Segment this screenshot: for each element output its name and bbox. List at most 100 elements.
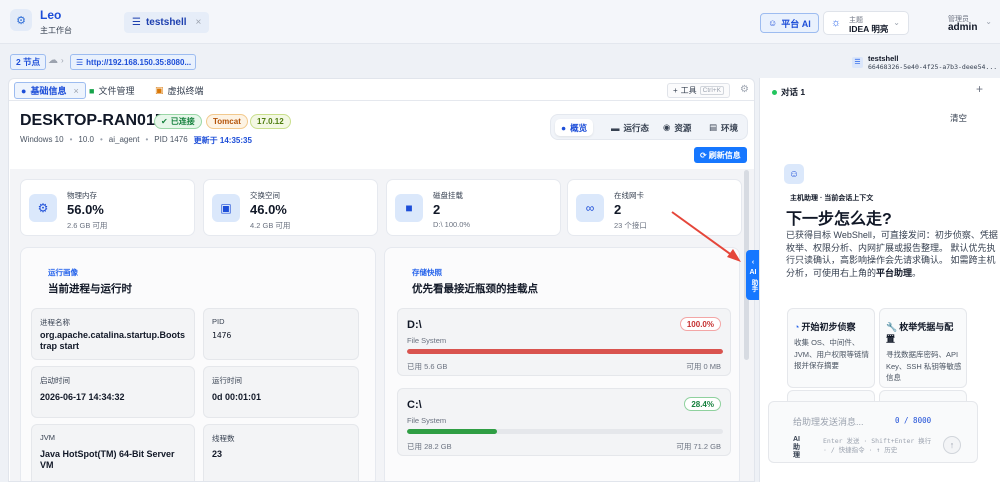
- kv-threads: 线程数 23: [203, 424, 359, 481]
- theme-select[interactable]: ☼ 主题 IDEA 明亮 ⌄: [823, 11, 909, 35]
- chat-title: 下一步怎么走?: [786, 211, 892, 228]
- kv-value: 2026-06-17 14:34:32: [40, 392, 125, 402]
- close-icon[interactable]: ×: [196, 17, 202, 28]
- stat-sub: 2.6 GB 可用: [67, 221, 108, 230]
- robot-icon: ☺: [784, 164, 804, 184]
- radar-icon: ◔: [794, 322, 800, 332]
- tab-file-manager[interactable]: ■ 文件管理: [83, 82, 140, 99]
- refresh-icon: ⟳: [700, 150, 707, 160]
- clear-chat-button[interactable]: 清空: [950, 112, 967, 124]
- refresh-button[interactable]: ⟳ 刷新信息: [694, 147, 747, 163]
- suggestion-card-recon[interactable]: ◔ 开始初步侦察 收集 OS、中间件、JVM、用户权限等链情报并保存摘要: [787, 308, 875, 388]
- suggestion-card-credentials[interactable]: 🔧 枚举凭据与配置 寻找数据库密码、API Key、SSH 私钥等敏感信息: [879, 308, 967, 388]
- storage-panel: 存储快照 优先看最接近瓶颈的挂载点 D:\ File System 100.0%…: [384, 247, 740, 481]
- stat-sub: 4.2 GB 可用: [250, 221, 291, 230]
- terminal-icon: ▣: [155, 85, 164, 95]
- mode-line: AI: [793, 436, 800, 443]
- kv-jvm: JVM Java HotSpot(TM) 64-Bit Server VM: [31, 424, 195, 481]
- user-menu[interactable]: 管理员 admin ⌄: [930, 11, 992, 35]
- target-url-pill[interactable]: ☰ http://192.168.150.35:8080...: [70, 54, 196, 70]
- stat-label: 在线网卡: [614, 191, 644, 200]
- kv-start-time: 启动时间 2026-06-17 14:34:32: [31, 366, 195, 418]
- storage-title: 优先看最接近瓶颈的挂载点: [412, 283, 538, 295]
- monitor-icon: ▬: [611, 122, 620, 133]
- chevron-down-icon: ⌄: [893, 18, 900, 27]
- chat-panel: 对话 1 + 清空 ☺ 主机助理 · 当前会话上下文 下一步怎么走? 已获得目标…: [759, 78, 1000, 482]
- tools-shortcut: Ctrl+K: [699, 86, 724, 95]
- arrow-up-icon: ↑: [949, 440, 955, 450]
- disk-used: 已用 28.2 GB: [407, 442, 452, 451]
- sun-icon: ☼: [831, 17, 842, 29]
- disk-name: C:\: [407, 399, 422, 411]
- overview-content: ⚙ 物理内存 56.0% 2.6 GB 可用 ▣ 交换空间 46.0% 4.2 …: [10, 169, 754, 481]
- kv-uptime: 运行时间 0d 00:01:01: [203, 366, 359, 418]
- kv-key: 启动时间: [40, 376, 70, 385]
- kv-value: org.apache.catalina.startup.Bootstrap st…: [40, 330, 186, 351]
- tab-resources-label: 资源: [674, 122, 692, 133]
- tab-environment[interactable]: ▤ 环境: [703, 119, 744, 136]
- kv-value: 1476: [212, 331, 232, 340]
- gear-icon[interactable]: ⚙: [740, 84, 749, 95]
- status-badge: ✔ 已连接: [154, 114, 202, 129]
- kv-key: JVM: [40, 433, 55, 442]
- mode-line: 理: [793, 452, 800, 459]
- server-badge: Tomcat: [206, 114, 248, 129]
- ai-assistant-mode[interactable]: AI 助 理: [793, 436, 800, 460]
- chevron-right-icon: ›: [61, 56, 64, 65]
- robot-icon: ☺: [768, 18, 778, 28]
- main-panel: ● 基础信息 × ■ 文件管理 ▣ 虚拟终端 + 工具 Ctrl+K ⚙ DES…: [8, 78, 755, 482]
- chat-input-placeholder[interactable]: 给助理发送消息...: [793, 415, 864, 428]
- separator-dot: •: [145, 135, 149, 144]
- folder-icon: ■: [89, 85, 95, 96]
- stat-card-swap: ▣ 交换空间 46.0% 4.2 GB 可用: [203, 179, 378, 236]
- stat-label: 物理内存: [67, 191, 97, 200]
- chat-input-box[interactable]: 给助理发送消息... 0 / 8000 AI 助 理 Enter 发送 · Sh…: [768, 401, 978, 463]
- kv-key: 线程数: [212, 434, 235, 443]
- app-logo-icon[interactable]: ⚙: [10, 9, 32, 31]
- node-bar: 2 节点 ☁ › ☰ http://192.168.150.35:8080...…: [0, 52, 1000, 72]
- kv-value: Java HotSpot(TM) 64-Bit Server VM: [40, 449, 175, 470]
- kv-value: 0d 00:01:01: [212, 392, 262, 402]
- tab-environment-label: 环境: [721, 122, 739, 133]
- chevron-down-icon: ⌄: [985, 17, 992, 26]
- chat-description: 已获得目标 WebShell，可直接发问：初步侦察、凭据枚举、权限分析、内网扩展…: [786, 229, 1000, 279]
- kv-pid: PID 1476: [203, 308, 359, 360]
- disk-available: 可用 71.2 GB: [676, 442, 721, 451]
- server-icon: ☰: [132, 17, 141, 28]
- tab-resources[interactable]: ◉ 资源: [657, 119, 697, 136]
- kv-process-name: 进程名称 org.apache.catalina.startup.Bootstr…: [31, 308, 195, 360]
- top-header: ⚙ Leo 主工作台 ☰ testshell × ☺ 平台 AI ☼ 主题 ID…: [0, 0, 1000, 44]
- brand-subtitle: 主工作台: [40, 26, 72, 35]
- session-id: 66468326-5e40-4f25-a7b3-deee54...: [868, 63, 998, 71]
- os-version: 10.0: [78, 135, 94, 144]
- platform-assistant-link[interactable]: 平台助理: [876, 268, 912, 278]
- node-count-button[interactable]: 2 节点: [10, 54, 47, 70]
- stat-card-memory: ⚙ 物理内存 56.0% 2.6 GB 可用: [20, 179, 195, 236]
- tab-virtual-terminal[interactable]: ▣ 虚拟终端: [149, 82, 210, 99]
- memory-icon: ⚙: [29, 194, 57, 222]
- server-icon: ☰: [852, 57, 863, 68]
- tools-label: 工具: [680, 86, 697, 95]
- chat-tab-1[interactable]: 对话 1: [772, 86, 805, 98]
- disk-name: D:\: [407, 319, 422, 331]
- tools-button[interactable]: + 工具 Ctrl+K: [667, 83, 730, 98]
- document-icon: ▤: [709, 122, 718, 132]
- server-icon: ☰: [76, 57, 84, 67]
- tab-runtime[interactable]: ▬ 运行态: [605, 119, 655, 136]
- disk-available: 可用 0 MB: [686, 362, 721, 371]
- close-icon[interactable]: ×: [73, 86, 78, 96]
- platform-ai-button[interactable]: ☺ 平台 AI: [760, 13, 819, 33]
- tab-overview[interactable]: ● 概览: [555, 119, 594, 136]
- new-chat-plus-icon[interactable]: +: [976, 82, 983, 96]
- send-button[interactable]: ↑: [943, 436, 961, 454]
- tab-basic-info[interactable]: ● 基础信息 ×: [14, 82, 86, 99]
- stat-sub: 23 个接口: [614, 221, 647, 230]
- disk-usage-badge: 28.4%: [684, 397, 721, 411]
- stat-sub: D:\ 100.0%: [433, 220, 471, 229]
- stat-label: 磁盘挂载: [433, 191, 463, 200]
- tab-virtual-terminal-label: 虚拟终端: [167, 86, 204, 96]
- stat-card-network: ∞ 在线网卡 2 23 个接口: [567, 179, 742, 236]
- session-tab-testshell[interactable]: ☰ testshell ×: [124, 12, 210, 33]
- ai-assistant-side-tab[interactable]: ‹ AI 助手: [746, 250, 760, 300]
- disk-usage-bar: [407, 429, 723, 434]
